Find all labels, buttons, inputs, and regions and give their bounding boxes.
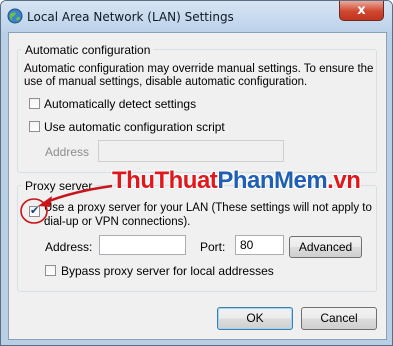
close-icon: x xyxy=(357,3,366,18)
description-text: Automatic configuration may override man… xyxy=(24,63,374,88)
site-watermark: ThuThuatPhanMem.vn xyxy=(112,167,361,195)
automatic-configuration-group-label: Automatic configuration xyxy=(22,43,154,57)
use-proxy-server-label-line2: dial-up or VPN connections). xyxy=(44,216,191,228)
use-proxy-server-checkbox[interactable] xyxy=(29,204,40,217)
proxy-server-group-label: Proxy server xyxy=(22,179,96,193)
internet-options-icon xyxy=(7,8,23,24)
cancel-button[interactable]: Cancel xyxy=(301,307,377,330)
bypass-proxy-local-label: Bypass proxy server for local addresses xyxy=(61,264,274,278)
watermark-part1: ThuThuat xyxy=(112,167,218,194)
use-automatic-configuration-script-checkbox[interactable] xyxy=(29,121,40,132)
title-bar: Local Area Network (LAN) Settings x xyxy=(1,1,392,32)
automatically-detect-settings-label: Automatically detect settings xyxy=(44,97,197,111)
script-address-label: Address xyxy=(45,145,90,159)
window-title: Local Area Network (LAN) Settings xyxy=(27,10,234,24)
advanced-button[interactable]: Advanced xyxy=(289,236,362,258)
ok-button[interactable]: OK xyxy=(217,307,293,330)
watermark-part2: PhanMem xyxy=(217,167,328,194)
proxy-port-label: Port: xyxy=(200,240,226,254)
script-address-input[interactable] xyxy=(98,140,284,162)
bypass-proxy-local-checkbox[interactable] xyxy=(45,265,56,276)
close-button[interactable]: x xyxy=(339,1,384,21)
use-proxy-server-label-line1: Use a proxy server for your LAN (These s… xyxy=(44,202,372,214)
automatically-detect-settings-checkbox[interactable] xyxy=(29,98,40,109)
proxy-address-input[interactable] xyxy=(99,235,186,255)
watermark-part3: .vn xyxy=(327,167,361,194)
proxy-port-input[interactable]: 80 xyxy=(235,235,284,255)
automatic-configuration-description: Automatic configuration may override man… xyxy=(24,63,374,89)
proxy-address-label: Address: xyxy=(45,240,93,254)
use-automatic-configuration-script-label: Use automatic configuration script xyxy=(44,120,225,134)
